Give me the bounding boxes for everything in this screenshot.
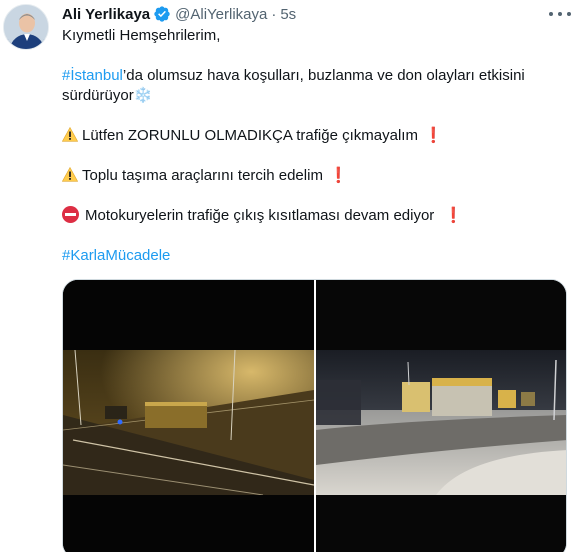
warning-line-1: Lütfen ZORUNLU OLMADIKÇA trafiğe çıkmaya… [62,126,562,146]
tweet[interactable]: Ali Yerlikaya @AliYerlikaya · 5s Kıymetl… [0,0,585,552]
exclamation-icon: ❗ [423,127,443,144]
tweet-paragraph-1-cont: sürdürüyor❄️ [62,86,562,106]
paragraph-1-text-cont: sürdürüyor [62,87,134,104]
hashtag-istanbul[interactable]: #İstanbul [62,67,123,84]
exclamation-icon: ❗ [328,167,348,184]
snowflake-icon: ❄️ [133,87,153,104]
paragraph-1-text: ’da olumsuz hava koşulları, buzlanma ve … [122,67,525,84]
avatar-portrait [4,5,48,49]
more-options-icon[interactable] [549,5,571,23]
closing-hashtag-line: #KarlaMücadele [62,246,562,266]
media-grid[interactable] [62,279,567,552]
no-entry-icon [62,206,79,223]
warning-icon [62,127,78,142]
exclamation-icon: ❗ [444,207,463,224]
author-name[interactable]: Ali Yerlikaya [62,6,150,23]
tweet-paragraph-1: #İstanbul’da olumsuz hava koşulları, buz… [62,66,562,86]
avatar[interactable] [3,4,49,50]
snowy-road-photo [316,280,566,552]
verified-badge-icon [154,6,170,22]
hashtag-karlamucadele[interactable]: #KarlaMücadele [62,247,170,264]
timestamp[interactable]: 5s [280,6,296,23]
separator-dot: · [271,5,277,23]
restriction-text: Motokuryelerin trafiğe çıkış kısıtlaması… [85,207,435,224]
warning-icon [62,167,78,182]
media-image-highway-night[interactable] [63,280,315,552]
author-handle[interactable]: @AliYerlikaya [175,6,267,23]
restriction-line: Motokuryelerin trafiğe çıkış kısıtlaması… [62,206,562,226]
tweet-greeting: Kıymetli Hemşehrilerim, [62,27,221,44]
media-image-snowy-road[interactable] [316,280,566,552]
tweet-header: Ali Yerlikaya @AliYerlikaya · 5s [62,3,296,25]
warning-line-2: Toplu taşıma araçlarını tercih edelim ❗ [62,166,562,186]
highway-night-photo [63,280,315,552]
warning-1-text: Lütfen ZORUNLU OLMADIKÇA trafiğe çıkmaya… [82,127,418,144]
warning-2-text: Toplu taşıma araçlarını tercih edelim [82,167,323,184]
